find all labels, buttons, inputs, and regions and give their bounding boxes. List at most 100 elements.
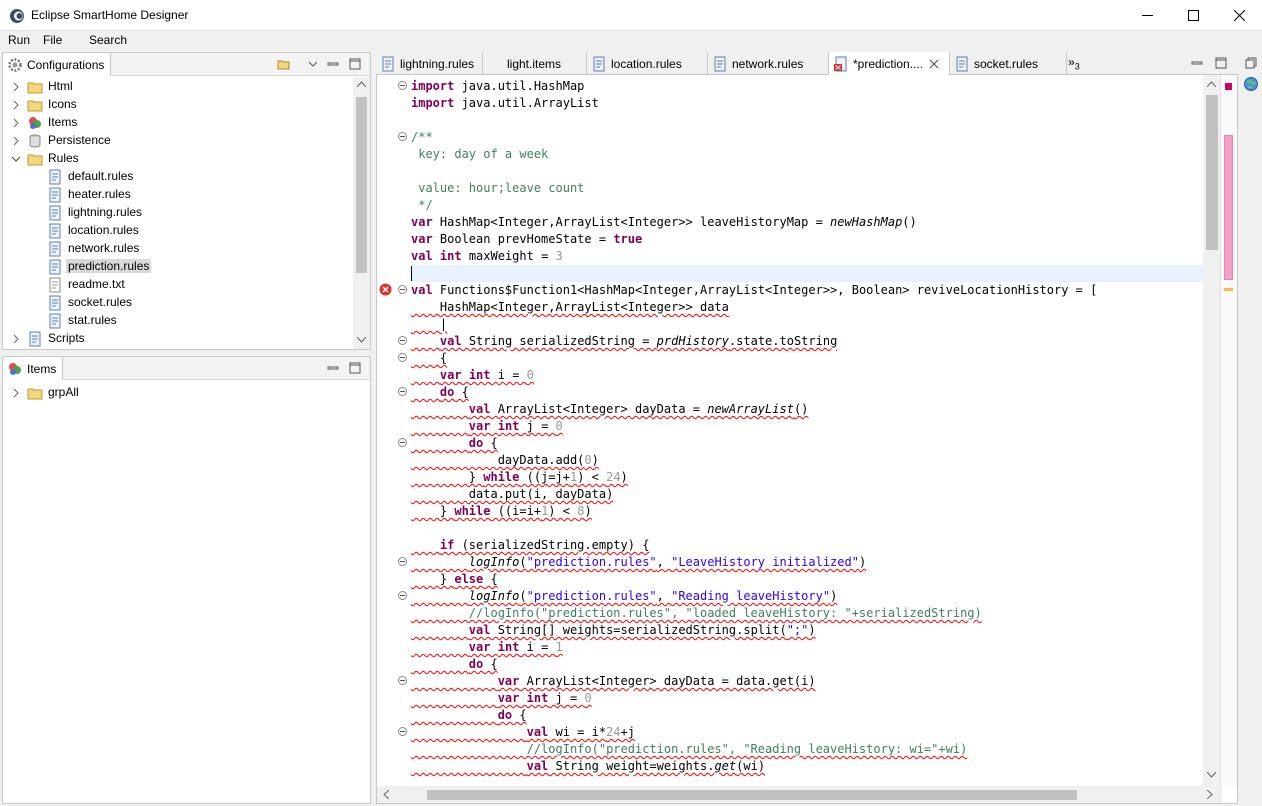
configurations-scrollbar[interactable] bbox=[353, 77, 370, 349]
code-line: import java.util.HashMap bbox=[411, 79, 585, 93]
fold-collapse-icon[interactable] bbox=[398, 132, 407, 141]
rules-file-icon bbox=[49, 259, 61, 275]
tab-location-rules[interactable]: location.rules bbox=[587, 52, 708, 75]
rules-file-icon bbox=[49, 313, 61, 329]
tree-item-socket-rules[interactable]: socket.rules bbox=[66, 295, 134, 309]
fold-collapse-icon[interactable] bbox=[398, 557, 407, 566]
tree-item-scripts[interactable]: Scripts bbox=[46, 331, 87, 345]
tree-item-location-rules[interactable]: location.rules bbox=[66, 223, 141, 237]
maximize-view-icon[interactable] bbox=[348, 361, 362, 375]
fold-collapse-icon[interactable] bbox=[398, 676, 407, 685]
fold-collapse-icon[interactable] bbox=[398, 353, 407, 362]
chevron-right-icon[interactable] bbox=[11, 334, 21, 344]
fold-collapse-icon[interactable] bbox=[398, 387, 407, 396]
minimize-view-icon[interactable] bbox=[326, 57, 340, 71]
chevron-right-icon[interactable] bbox=[11, 118, 21, 128]
menu-search[interactable]: Search bbox=[89, 33, 127, 47]
error-summary-marker[interactable] bbox=[1225, 83, 1232, 90]
database-icon bbox=[29, 134, 41, 148]
maximize-button[interactable] bbox=[1170, 0, 1216, 31]
scroll-up-icon[interactable] bbox=[1207, 81, 1216, 87]
code-line: val String serializedString = prdHistory… bbox=[439, 334, 838, 348]
tree-item-html[interactable]: Html bbox=[46, 79, 75, 93]
close-tab-icon[interactable] bbox=[929, 59, 939, 69]
editor-vertical-scrollbar[interactable] bbox=[1203, 75, 1220, 786]
open-folder-icon[interactable] bbox=[277, 57, 291, 71]
tree-item-heater-rules[interactable]: heater.rules bbox=[66, 187, 133, 201]
scroll-left-icon[interactable] bbox=[383, 790, 389, 799]
code-area[interactable]: import java.util.HashMap import java.util… bbox=[411, 78, 1206, 783]
tab-light-items[interactable]: light.items bbox=[483, 52, 587, 75]
menu-run[interactable]: Run bbox=[8, 33, 30, 47]
close-window-button[interactable] bbox=[1216, 0, 1262, 31]
chevron-right-icon[interactable] bbox=[11, 136, 21, 146]
tab-socket-rules[interactable]: socket.rules bbox=[950, 52, 1067, 75]
globe-icon[interactable] bbox=[1243, 76, 1259, 92]
tree-item-rules[interactable]: Rules bbox=[46, 151, 81, 165]
tree-item-default-rules[interactable]: default.rules bbox=[66, 169, 135, 183]
tree-item-network-rules[interactable]: network.rules bbox=[66, 241, 141, 255]
code-line: data.put(i, dayData) bbox=[411, 487, 614, 501]
tree-item-grpall[interactable]: grpAll bbox=[46, 385, 81, 399]
code-line: //logInfo("prediction.rules", "loaded le… bbox=[411, 606, 982, 620]
tab-network-rules[interactable]: network.rules bbox=[708, 52, 829, 75]
code-line bbox=[411, 265, 1206, 282]
editor-scroll-thumb[interactable] bbox=[1206, 95, 1218, 250]
scroll-down-icon[interactable] bbox=[357, 337, 366, 343]
code-line: do { bbox=[497, 708, 527, 722]
gear-icon bbox=[8, 57, 22, 72]
error-range-marker[interactable] bbox=[1224, 135, 1233, 280]
tree-item-prediction-rules[interactable]: prediction.rules bbox=[66, 259, 152, 273]
maximize-view-icon[interactable] bbox=[1214, 56, 1228, 70]
tree-item-persistence[interactable]: Persistence bbox=[46, 133, 113, 147]
right-trim-toolbar bbox=[1240, 52, 1262, 804]
scroll-up-icon[interactable] bbox=[357, 81, 366, 87]
chevron-right-icon[interactable] bbox=[11, 388, 21, 398]
editor-gutter bbox=[377, 75, 407, 803]
menu-file[interactable]: File bbox=[43, 33, 62, 47]
fold-collapse-icon[interactable] bbox=[398, 591, 407, 600]
maximize-view-icon[interactable] bbox=[348, 57, 362, 71]
tree-item-stat-rules[interactable]: stat.rules bbox=[66, 313, 119, 327]
tab-configurations[interactable]: Configurations bbox=[3, 53, 112, 76]
scroll-down-icon[interactable] bbox=[1207, 772, 1216, 778]
fold-collapse-icon[interactable] bbox=[398, 336, 407, 345]
rules-file-icon bbox=[49, 295, 61, 311]
tree-item-readme-txt[interactable]: readme.txt bbox=[66, 277, 127, 291]
tab-lightning-rules[interactable]: lightning.rules bbox=[376, 52, 483, 75]
code-line: | bbox=[411, 317, 448, 331]
tree-item-icons[interactable]: Icons bbox=[46, 97, 79, 111]
scroll-right-icon[interactable] bbox=[1207, 790, 1213, 799]
chevron-right-icon[interactable] bbox=[11, 100, 21, 110]
overview-ruler[interactable] bbox=[1220, 75, 1237, 786]
editor-horizontal-scrollbar[interactable] bbox=[377, 786, 1222, 803]
code-line: val Functions$Function1<HashMap<Integer,… bbox=[411, 283, 1098, 297]
rules-file-icon bbox=[49, 187, 61, 203]
fold-collapse-icon[interactable] bbox=[398, 438, 407, 447]
rules-file-icon bbox=[382, 56, 394, 71]
restore-icon[interactable] bbox=[1244, 56, 1258, 70]
code-editor[interactable]: import java.util.HashMap import java.util… bbox=[376, 75, 1238, 804]
tree-item-items[interactable]: Items bbox=[46, 115, 79, 129]
code-line: logInfo("prediction.rules", "LeaveHistor… bbox=[468, 555, 867, 569]
tab-prediction-rules[interactable]: *prediction.... bbox=[829, 52, 950, 76]
tab-items[interactable]: Items bbox=[3, 357, 64, 380]
tab-overflow-button[interactable]: »3 bbox=[1068, 55, 1080, 71]
code-line: do { bbox=[468, 436, 498, 450]
chevron-right-icon[interactable] bbox=[11, 82, 21, 92]
editor-hscroll-thumb[interactable] bbox=[427, 790, 1077, 800]
view-menu-icon[interactable] bbox=[306, 57, 320, 71]
warning-marker[interactable] bbox=[1224, 288, 1233, 291]
tree-item-lightning-rules[interactable]: lightning.rules bbox=[66, 205, 144, 219]
code-line: key: day of a week bbox=[411, 147, 549, 161]
minimize-button[interactable] bbox=[1124, 0, 1170, 31]
fold-collapse-icon[interactable] bbox=[398, 285, 407, 294]
configurations-scroll-thumb[interactable] bbox=[356, 97, 367, 273]
minimize-view-icon[interactable] bbox=[1190, 56, 1204, 70]
minimize-view-icon[interactable] bbox=[326, 361, 340, 375]
code-line: do { bbox=[468, 657, 498, 671]
fold-collapse-icon[interactable] bbox=[398, 81, 407, 90]
chevron-down-icon[interactable] bbox=[11, 154, 21, 164]
fold-collapse-icon[interactable] bbox=[398, 727, 407, 736]
error-marker-icon[interactable] bbox=[379, 283, 392, 296]
